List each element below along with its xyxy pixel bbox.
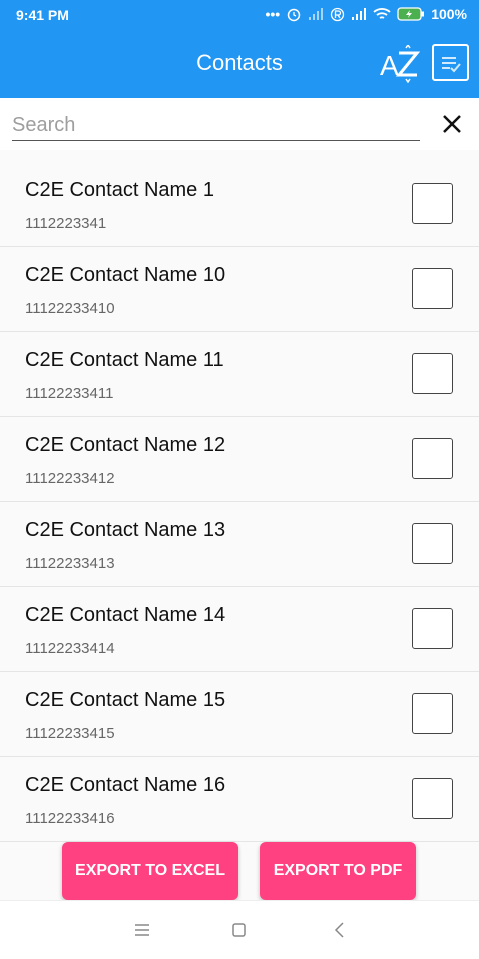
contact-phone: 11122233411 <box>25 385 114 402</box>
list-item[interactable]: C2E Contact Name 10 11122233410 <box>0 247 479 332</box>
contact-phone: 1112223341 <box>25 215 107 232</box>
contact-list[interactable]: C2E Contact Name 1 1112223341 C2E Contac… <box>0 150 479 900</box>
status-time: 9:41 PM <box>16 7 69 23</box>
contact-checkbox[interactable] <box>412 778 453 819</box>
system-nav-bar <box>0 900 479 959</box>
export-excel-button[interactable]: EXPORT TO EXCEL <box>62 842 238 900</box>
back-icon[interactable] <box>331 921 349 939</box>
contact-phone: 11122233412 <box>25 470 115 487</box>
select-all-button[interactable] <box>432 44 469 81</box>
status-icons: ••• 100% <box>265 6 467 22</box>
contact-name: C2E Contact Name 1 <box>25 179 214 201</box>
contact-checkbox[interactable] <box>412 353 453 394</box>
roaming-icon <box>331 7 345 21</box>
list-item[interactable]: C2E Contact Name 16 11122233416 <box>0 757 479 842</box>
list-item[interactable]: C2E Contact Name 11 11122233411 <box>0 332 479 417</box>
list-item[interactable]: C2E Contact Name 14 11122233414 <box>0 587 479 672</box>
contact-checkbox[interactable] <box>412 268 453 309</box>
battery-percent: 100% <box>431 6 467 22</box>
sort-az-button[interactable]: A <box>380 43 421 84</box>
home-icon[interactable] <box>230 921 248 939</box>
contact-phone: 11122233415 <box>25 725 115 742</box>
alarm-icon <box>287 8 301 22</box>
contact-name: C2E Contact Name 11 <box>25 349 224 371</box>
contact-checkbox[interactable] <box>412 693 453 734</box>
export-pdf-button[interactable]: EXPORT TO PDF <box>260 842 416 900</box>
wifi-icon <box>373 8 391 19</box>
contact-phone: 11122233414 <box>25 640 115 657</box>
battery-icon <box>397 7 425 21</box>
contact-name: C2E Contact Name 15 <box>25 689 226 711</box>
contact-name: C2E Contact Name 10 <box>25 264 226 286</box>
contact-name: C2E Contact Name 16 <box>25 774 226 796</box>
contact-name: C2E Contact Name 12 <box>25 434 226 456</box>
search-input[interactable] <box>12 110 420 141</box>
more-dots-icon: ••• <box>265 6 281 22</box>
list-item[interactable]: C2E Contact Name 13 11122233413 <box>0 502 479 587</box>
menu-icon[interactable] <box>133 921 151 939</box>
status-bar: 9:41 PM ••• 100% <box>0 0 479 30</box>
contact-phone: 11122233413 <box>25 555 115 572</box>
list-item[interactable]: C2E Contact Name 1 1112223341 <box>0 150 479 247</box>
close-icon <box>443 115 461 133</box>
contact-checkbox[interactable] <box>412 523 453 564</box>
contact-phone: 11122233410 <box>25 300 115 317</box>
clear-search-button[interactable] <box>438 110 466 138</box>
contact-checkbox[interactable] <box>412 183 453 224</box>
contact-name: C2E Contact Name 14 <box>25 604 226 626</box>
contact-name: C2E Contact Name 13 <box>25 519 226 541</box>
contact-checkbox[interactable] <box>412 438 453 479</box>
contact-checkbox[interactable] <box>412 608 453 649</box>
sort-az-icon: A <box>380 43 421 84</box>
contact-phone: 11122233416 <box>25 810 115 827</box>
list-item[interactable]: C2E Contact Name 15 11122233415 <box>0 672 479 757</box>
select-all-icon <box>442 57 461 73</box>
list-item[interactable]: C2E Contact Name 12 11122233412 <box>0 417 479 502</box>
signal-icon <box>309 8 324 20</box>
signal-icon-2 <box>352 8 367 20</box>
